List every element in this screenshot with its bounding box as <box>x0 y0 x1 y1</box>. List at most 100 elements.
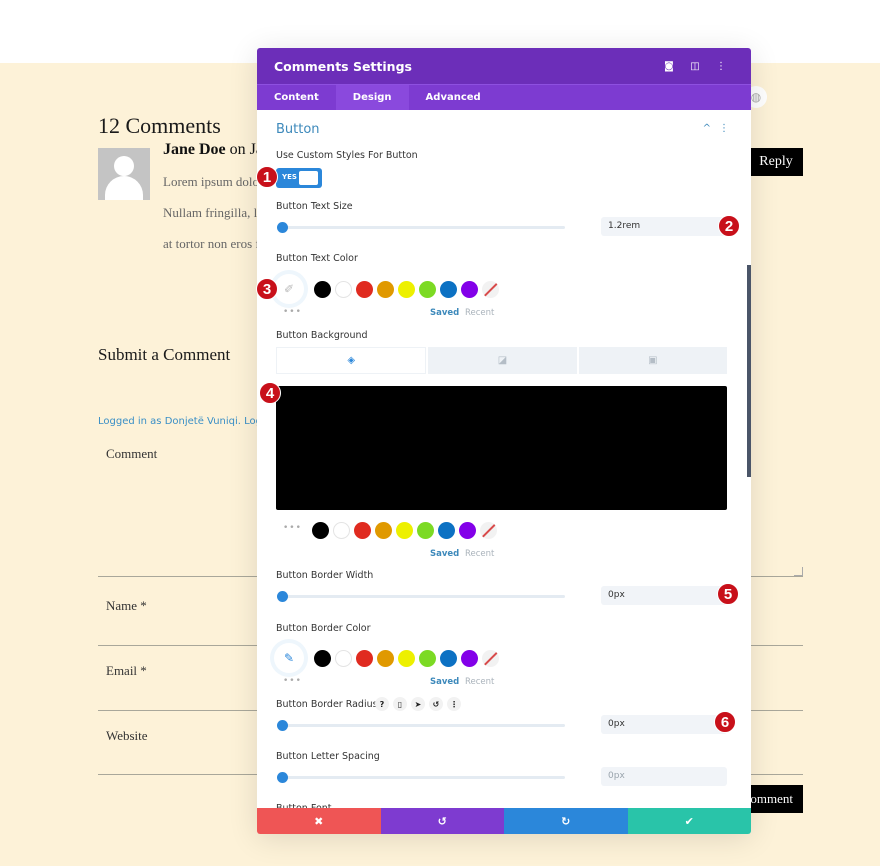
image-icon[interactable]: ▣ <box>578 347 727 374</box>
border-radius-slider[interactable] <box>281 724 565 727</box>
swatch[interactable] <box>440 650 457 667</box>
annotation-badge: 6 <box>714 711 736 733</box>
comment-author: Jane Doe on Ja <box>163 141 263 159</box>
border-radius-input[interactable]: 0px <box>601 715 727 734</box>
more-colors-icon[interactable]: ••• <box>283 523 302 533</box>
custom-styles-toggle[interactable]: YES <box>276 168 322 188</box>
saved-colors-tab[interactable]: Saved <box>430 549 459 559</box>
section-controls[interactable]: ^⋮ <box>703 123 737 134</box>
more-vertical-icon[interactable]: ⋮ <box>708 61 734 72</box>
avatar <box>98 148 150 200</box>
more-colors-icon[interactable]: ••• <box>283 676 302 686</box>
swatch[interactable] <box>314 650 331 667</box>
no-color-swatch[interactable] <box>480 522 497 539</box>
recent-colors-tab[interactable]: Recent <box>465 677 494 687</box>
redo-button[interactable]: ↻ <box>504 808 628 834</box>
letter-spacing-input[interactable]: 0px <box>601 767 727 786</box>
swatch[interactable] <box>417 522 434 539</box>
letter-spacing-slider[interactable] <box>281 776 565 779</box>
swatch[interactable] <box>461 281 478 298</box>
recent-colors-tab[interactable]: Recent <box>465 549 494 559</box>
submit-comment-heading: Submit a Comment <box>98 345 231 364</box>
swatch[interactable] <box>396 522 413 539</box>
section-title[interactable]: Button <box>276 122 320 137</box>
swatch[interactable] <box>356 281 373 298</box>
focus-icon[interactable]: ◙ <box>656 61 682 72</box>
swatch[interactable] <box>335 281 352 298</box>
border-width-slider[interactable] <box>281 595 565 598</box>
swatch[interactable] <box>375 522 392 539</box>
swatch[interactable] <box>459 522 476 539</box>
letter-spacing-slider-thumb[interactable] <box>277 772 288 783</box>
more-colors-icon[interactable]: ••• <box>283 307 302 317</box>
settings-modal: Comments Settings ◙ ◫ ⋮ Content Design A… <box>257 48 751 834</box>
background-color-palette <box>312 522 497 539</box>
resize-handle[interactable] <box>794 567 803 576</box>
annotation-badge: 2 <box>718 215 740 237</box>
tab-advanced[interactable]: Advanced <box>409 85 498 110</box>
website-field-label[interactable]: Website <box>106 728 148 744</box>
name-field-label[interactable]: Name * <box>106 598 147 614</box>
comment-text-line: Lorem ipsum dolo <box>163 174 260 189</box>
border-width-slider-thumb[interactable] <box>277 591 288 602</box>
swatch[interactable] <box>333 522 350 539</box>
text-size-slider-thumb[interactable] <box>277 222 288 233</box>
no-color-swatch[interactable] <box>482 281 499 298</box>
swatch[interactable] <box>312 522 329 539</box>
split-view-icon[interactable]: ◫ <box>682 61 708 72</box>
text-size-input[interactable]: 1.2rem <box>601 217 727 236</box>
annotation-badge: 5 <box>717 583 739 605</box>
custom-styles-label: Use Custom Styles For Button <box>276 150 418 161</box>
reply-button[interactable]: Reply <box>749 148 803 176</box>
saved-colors-tab[interactable]: Saved <box>430 677 459 687</box>
help-icon[interactable]: ? <box>375 697 389 711</box>
cancel-button[interactable]: ✖ <box>257 808 381 834</box>
swatch[interactable] <box>398 650 415 667</box>
saved-colors-tab[interactable]: Saved <box>430 308 459 318</box>
swatch[interactable] <box>377 281 394 298</box>
swatch[interactable] <box>398 281 415 298</box>
border-color-label: Button Border Color <box>276 623 371 634</box>
eyedropper-icon[interactable]: ✎ <box>274 643 304 673</box>
save-button[interactable]: ✔ <box>627 808 751 834</box>
swatch[interactable] <box>440 281 457 298</box>
more-vertical-icon[interactable]: ⋮ <box>719 123 737 134</box>
chevron-up-icon[interactable]: ^ <box>703 123 719 134</box>
undo-button[interactable]: ↺ <box>380 808 504 834</box>
border-radius-label: Button Border Radius <box>276 699 378 710</box>
scrollbar[interactable] <box>747 265 751 477</box>
swatch[interactable] <box>356 650 373 667</box>
email-field-label[interactable]: Email * <box>106 663 147 679</box>
background-color-preview[interactable] <box>276 386 727 510</box>
no-color-swatch[interactable] <box>482 650 499 667</box>
modal-tabs: Content Design Advanced <box>257 84 751 110</box>
swatch[interactable] <box>419 281 436 298</box>
modal-body: Button ^⋮ Use Custom Styles For Button Y… <box>257 110 751 808</box>
responsive-icon[interactable]: ▯ <box>393 697 407 711</box>
text-size-slider[interactable] <box>281 226 565 229</box>
toggle-knob <box>299 171 318 185</box>
text-size-label: Button Text Size <box>276 201 353 212</box>
swatch[interactable] <box>377 650 394 667</box>
author-name[interactable]: Jane Doe <box>163 141 226 158</box>
paint-bucket-icon[interactable]: ◈ <box>276 347 427 374</box>
comment-field-label[interactable]: Comment <box>106 446 157 462</box>
swatch[interactable] <box>354 522 371 539</box>
swatch[interactable] <box>438 522 455 539</box>
recent-colors-tab[interactable]: Recent <box>465 308 494 318</box>
gradient-icon[interactable]: ◪ <box>428 347 577 374</box>
border-width-input[interactable]: 0px <box>601 586 727 605</box>
tab-design[interactable]: Design <box>335 85 409 110</box>
border-radius-slider-thumb[interactable] <box>277 720 288 731</box>
modal-header[interactable]: Comments Settings ◙ ◫ ⋮ <box>257 48 751 84</box>
swatch[interactable] <box>461 650 478 667</box>
more-vertical-icon[interactable]: ⋮ <box>447 697 461 711</box>
tab-content[interactable]: Content <box>257 85 336 110</box>
swatch[interactable] <box>335 650 352 667</box>
modal-title: Comments Settings <box>274 58 412 74</box>
hover-cursor-icon[interactable]: ➤ <box>411 697 425 711</box>
swatch[interactable] <box>419 650 436 667</box>
eyedropper-icon[interactable]: ✐ <box>274 274 304 304</box>
swatch[interactable] <box>314 281 331 298</box>
reset-icon[interactable]: ↺ <box>429 697 443 711</box>
